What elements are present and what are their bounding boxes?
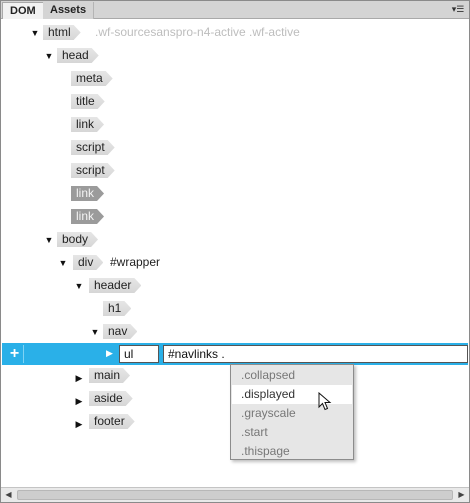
- tab-dom[interactable]: DOM: [2, 2, 44, 19]
- tree-node-title[interactable]: title: [71, 94, 105, 109]
- tree-node-link-dim[interactable]: link: [71, 209, 104, 224]
- hint-item[interactable]: .thispage: [232, 442, 352, 461]
- selector-input[interactable]: #navlinks .: [163, 345, 468, 363]
- expand-main-icon[interactable]: ▶: [74, 373, 84, 383]
- tree-node-link-dim[interactable]: link: [71, 186, 104, 201]
- dom-panel: DOM Assets ▾☰ ▼ html .wf-sourcesanspro-n…: [0, 0, 470, 503]
- tree-node-main[interactable]: main: [89, 368, 130, 383]
- selected-row[interactable]: + ▶ ul #navlinks .: [2, 343, 468, 365]
- hint-item-highlighted[interactable]: .displayed: [232, 385, 352, 404]
- tree-node-footer[interactable]: footer: [89, 414, 135, 429]
- add-element-button[interactable]: +: [6, 345, 24, 363]
- expand-footer-icon[interactable]: ▶: [74, 419, 84, 429]
- collapse-nav-icon[interactable]: ▼: [90, 327, 100, 337]
- tree-node-nav[interactable]: nav: [103, 324, 137, 339]
- tree-node-body[interactable]: body: [57, 232, 98, 247]
- tree-node-meta[interactable]: meta: [71, 71, 113, 86]
- hint-item[interactable]: .start: [232, 423, 352, 442]
- collapse-header-icon[interactable]: ▼: [74, 281, 84, 291]
- collapse-div-icon[interactable]: ▼: [58, 258, 68, 268]
- tab-assets[interactable]: Assets: [43, 2, 95, 19]
- hint-item[interactable]: .collapsed: [232, 366, 352, 385]
- tree-node-div[interactable]: div: [73, 255, 103, 270]
- tree-node-link[interactable]: link: [71, 117, 104, 132]
- expand-ul-icon[interactable]: ▶: [106, 348, 116, 358]
- mouse-cursor-icon: [318, 392, 332, 411]
- hint-item[interactable]: .grayscale: [232, 404, 352, 423]
- tree-node-head[interactable]: head: [57, 48, 99, 63]
- class-hint-dropdown: .collapsed .displayed .grayscale .start …: [230, 364, 354, 460]
- tag-name-input[interactable]: ul: [119, 345, 159, 363]
- expand-aside-icon[interactable]: ▶: [74, 396, 84, 406]
- tree-node-script[interactable]: script: [71, 163, 115, 178]
- div-id: #wrapper: [110, 255, 161, 269]
- collapse-head-icon[interactable]: ▼: [44, 51, 54, 61]
- tree-node-aside[interactable]: aside: [89, 391, 133, 406]
- horizontal-scrollbar[interactable]: ◀ ▶: [1, 487, 469, 502]
- scroll-left-icon[interactable]: ◀: [1, 488, 16, 502]
- scroll-right-icon[interactable]: ▶: [454, 488, 469, 502]
- tree-node-h1[interactable]: h1: [103, 301, 131, 316]
- collapse-html-icon[interactable]: ▼: [30, 28, 40, 38]
- options-menu-icon[interactable]: ▾☰: [450, 3, 466, 16]
- panel-tab-bar: DOM Assets ▾☰: [1, 1, 469, 19]
- collapse-body-icon[interactable]: ▼: [44, 235, 54, 245]
- tree-node-header[interactable]: header: [89, 278, 141, 293]
- html-classes: .wf-sourcesanspro-n4-active .wf-active: [95, 25, 300, 39]
- tree-node-script[interactable]: script: [71, 140, 115, 155]
- tree-node-html[interactable]: html: [43, 25, 81, 40]
- scrollbar-thumb[interactable]: [17, 490, 453, 500]
